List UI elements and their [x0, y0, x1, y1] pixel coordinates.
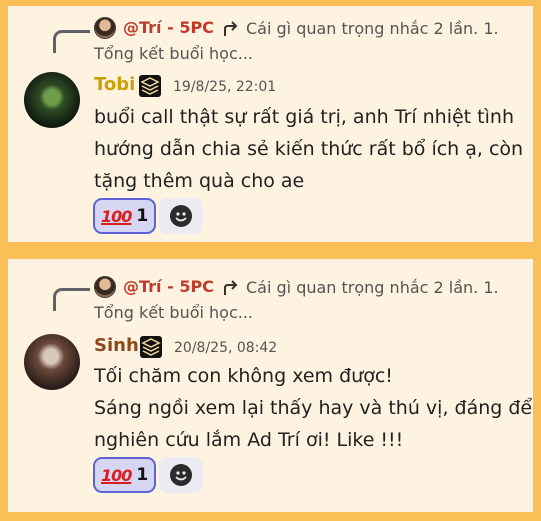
reply-arrow-icon	[224, 21, 238, 36]
reaction-count: 1	[136, 206, 149, 226]
reply-preview-line: Tổng kết buổi học...	[94, 44, 254, 63]
reaction-100[interactable]: 100 1	[93, 198, 157, 234]
message-line: nghiên cứu lắm Ad Trí ơi! Like !!!	[94, 429, 404, 451]
avatar[interactable]	[24, 334, 80, 390]
reply-preview-line: Tổng kết buổi học...	[94, 303, 254, 322]
reply-author-name[interactable]: @Trí - 5PC	[123, 18, 214, 37]
hundred-points-icon: 100	[101, 465, 132, 485]
reply-arrow-icon	[224, 280, 238, 295]
reaction-count: 1	[136, 465, 149, 485]
message-card: @Trí - 5PC Cái gì quan trọng nhắc 2 lần.…	[8, 6, 533, 242]
message-line: hướng dẫn chia sẻ kiến thức rất bổ ích ạ…	[94, 138, 524, 160]
author-name[interactable]: Sinh	[94, 335, 139, 356]
reaction-100[interactable]: 100 1	[93, 457, 157, 493]
author-name[interactable]: Tobi	[94, 74, 135, 95]
reply-connector	[53, 288, 90, 311]
server-badge-icon	[139, 75, 161, 97]
reply-avatar[interactable]	[94, 17, 116, 39]
reply-author-name[interactable]: @Trí - 5PC	[123, 277, 214, 296]
timestamp: 20/8/25, 08:42	[174, 340, 278, 356]
timestamp: 19/8/25, 22:01	[173, 79, 277, 95]
reply-preview-line: Cái gì quan trọng nhắc 2 lần. 1.	[246, 278, 499, 297]
hundred-points-icon: 100	[101, 206, 132, 226]
reply-preview[interactable]: Cái gì quan trọng nhắc 2 lần. 1.	[246, 16, 541, 41]
add-reaction-button[interactable]	[159, 457, 203, 493]
message-line: Tối chăm con không xem được!	[94, 365, 393, 387]
avatar[interactable]	[24, 72, 80, 128]
reply-connector	[53, 30, 90, 53]
message-line: tặng thêm quà cho ae	[94, 170, 305, 192]
add-reaction-button[interactable]	[159, 198, 203, 234]
reply-preview-cont[interactable]: Tổng kết buổi học...	[94, 41, 494, 66]
message-content: Tối chăm con không xem được! Sáng ngồi x…	[94, 360, 533, 456]
reply-preview-cont[interactable]: Tổng kết buổi học...	[94, 300, 494, 325]
message-card: @Trí - 5PC Cái gì quan trọng nhắc 2 lần.…	[8, 259, 533, 512]
reply-preview[interactable]: Cái gì quan trọng nhắc 2 lần. 1.	[246, 275, 541, 300]
smiley-icon	[170, 205, 192, 227]
message-line: Sáng ngồi xem lại thấy hay và thú vị, đá…	[94, 397, 533, 419]
message-line: buổi call thật sự rất giá trị, anh Trí n…	[94, 106, 514, 128]
message-content: buổi call thật sự rất giá trị, anh Trí n…	[94, 101, 524, 197]
server-badge-icon	[140, 336, 162, 358]
smiley-icon	[170, 464, 192, 486]
reply-avatar[interactable]	[94, 276, 116, 298]
reply-preview-line: Cái gì quan trọng nhắc 2 lần. 1.	[246, 19, 499, 38]
